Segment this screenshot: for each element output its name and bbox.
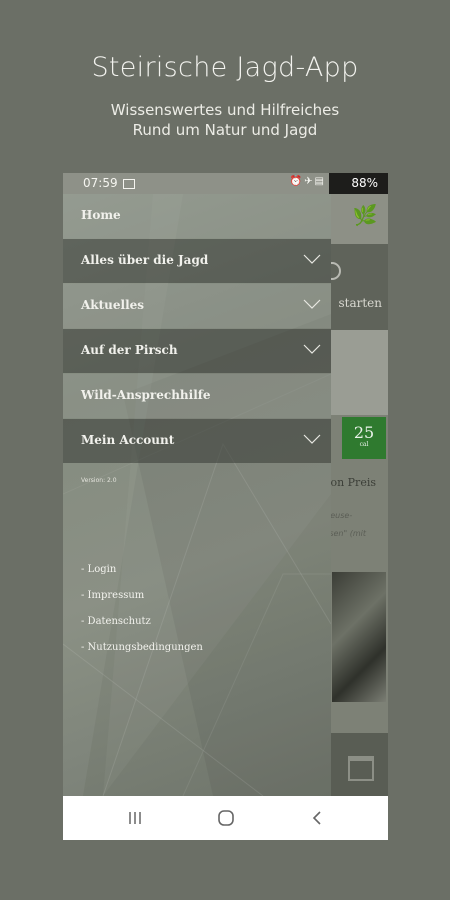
- promo-subtitle-line-1: Wissenswertes und Hilfreiches: [110, 101, 340, 119]
- battery-level: 88%: [351, 176, 378, 190]
- drawer-item-alles-ueber-die-jagd[interactable]: Alles über die Jagd: [63, 239, 331, 283]
- start-link[interactable]: starten: [338, 296, 382, 310]
- article-excerpt: heuse- ssen" (mit: [325, 511, 366, 547]
- drawer-item-mein-account[interactable]: Mein Account: [63, 419, 331, 463]
- drawer-item-aktuelles[interactable]: Aktuelles: [63, 284, 331, 328]
- status-bar: 07:59 ⏰✈▤ 88%: [63, 173, 388, 194]
- image-notification-icon: [123, 179, 135, 189]
- status-bar-dark: 88%: [329, 173, 388, 194]
- date-badge: 25 cal: [342, 417, 386, 459]
- drawer-links: - Login - Impressum - Datenschutz - Nutz…: [81, 564, 203, 668]
- drawer-item-label: Auf der Pirsch: [81, 343, 178, 357]
- back-icon[interactable]: [306, 806, 330, 830]
- drawer-item-label: Aktuelles: [81, 298, 145, 312]
- drawer-item-label: Alles über die Jagd: [81, 253, 209, 267]
- article-excerpt-line: ssen" (mit: [325, 529, 366, 538]
- promo-subtitle-line-2: Rund um Natur und Jagd: [132, 121, 318, 139]
- version-label: Version: 2.0: [81, 477, 117, 484]
- system-navigation-bar: [63, 796, 388, 840]
- status-icons: ⏰✈▤: [289, 176, 326, 187]
- drawer-item-home[interactable]: Home: [63, 194, 331, 238]
- promo-title: Steirische Jagd-App: [91, 52, 359, 83]
- drawer-item-wild-ansprechhilfe[interactable]: Wild-Ansprechhilfe: [63, 374, 331, 418]
- drawer-item-label: Wild-Ansprechhilfe: [81, 388, 211, 402]
- chevron-down-icon[interactable]: [303, 299, 321, 309]
- chevron-down-icon[interactable]: [303, 254, 321, 264]
- home-icon[interactable]: [214, 806, 238, 830]
- link-login[interactable]: - Login: [81, 564, 203, 575]
- chevron-down-icon[interactable]: [303, 344, 321, 354]
- drawer-item-auf-der-pirsch[interactable]: Auf der Pirsch: [63, 329, 331, 373]
- article-title[interactable]: lon Preis: [327, 476, 376, 489]
- drawer-item-label: Mein Account: [81, 433, 175, 447]
- navigation-drawer: Home Alles über die Jagd Aktuelles Auf d…: [63, 194, 331, 796]
- link-nutzungsbedingungen[interactable]: - Nutzungsbedingungen: [81, 642, 203, 653]
- drawer-item-label: Home: [81, 208, 121, 222]
- date-badge-sub: cal: [359, 441, 369, 448]
- chevron-down-icon[interactable]: [303, 434, 321, 444]
- article-image[interactable]: [332, 572, 386, 702]
- recent-apps-icon[interactable]: [123, 806, 147, 830]
- logo-icon: 🌿: [352, 203, 378, 227]
- article-excerpt-line: heuse-: [325, 511, 353, 520]
- link-datenschutz[interactable]: - Datenschutz: [81, 616, 203, 627]
- status-time: 07:59: [83, 176, 118, 190]
- phone-screen: 🌿 starten 25 cal lon Preis heuse- ssen" …: [63, 173, 388, 840]
- calendar-icon[interactable]: [348, 756, 374, 781]
- link-impressum[interactable]: - Impressum: [81, 590, 203, 601]
- promo-subtitle: Wissenswertes und Hilfreiches Rund um Na…: [0, 100, 450, 140]
